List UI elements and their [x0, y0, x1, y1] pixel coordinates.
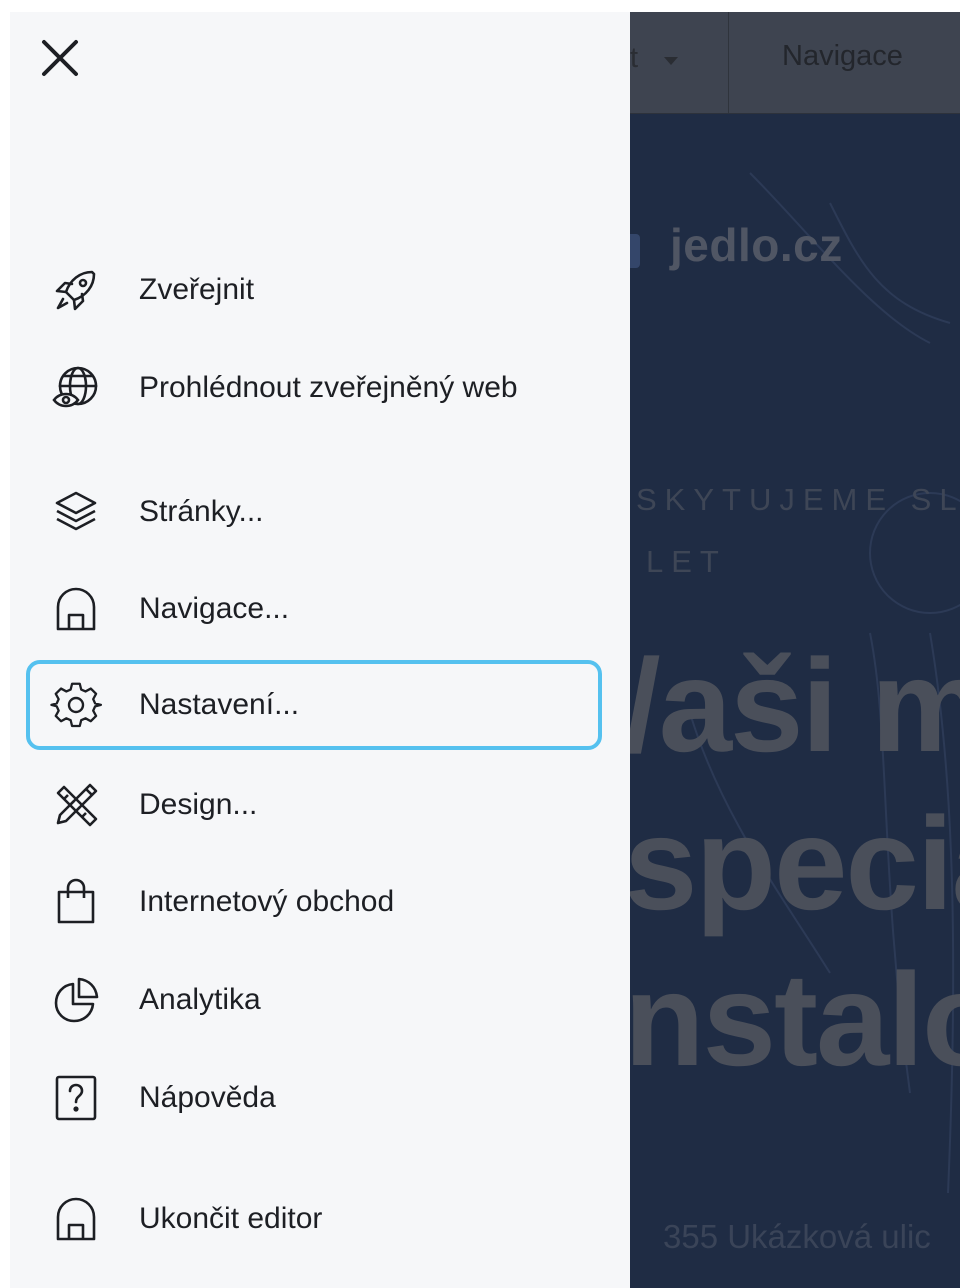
menu-item-view-published[interactable]: Prohlédnout zveřejněný web [26, 343, 602, 433]
menu-item-settings[interactable]: Nastavení... [26, 660, 602, 750]
topbar-dropdown[interactable]: t [630, 12, 729, 113]
menu-item-label: Navigace... [139, 592, 290, 625]
menu-item-exit-editor[interactable]: Ukončit editor [26, 1174, 602, 1264]
hero-address: 355 Ukázková ulic [663, 1218, 931, 1255]
rocket-icon [50, 264, 102, 316]
layers-icon [50, 486, 102, 538]
editor-side-menu: Zveřejnit Prohlédnout zveřejněný web Str… [10, 12, 630, 1288]
menu-item-design[interactable]: Design... [26, 760, 602, 850]
menu-item-label: Analytika [139, 983, 261, 1016]
menu-item-label: Zveřejnit [139, 273, 255, 306]
menu-item-label: Stránky... [139, 495, 264, 528]
hero-headline-line3: nstalo [624, 946, 960, 1093]
close-button[interactable] [32, 30, 88, 86]
hero-headline-line1: /aši m [624, 632, 960, 779]
shopping-bag-icon [50, 876, 102, 928]
gear-icon [50, 679, 102, 731]
menu-item-label: Design... [139, 788, 258, 821]
menu-item-online-store[interactable]: Internetový obchod [26, 857, 602, 947]
menu-item-label: Nápověda [139, 1081, 276, 1114]
menu-item-label: Prohlédnout zveřejněný web [139, 371, 518, 404]
topbar-dropdown-label: t [630, 42, 639, 74]
home-icon [50, 583, 102, 635]
close-icon [42, 40, 78, 76]
hero-headline-line2: specia [624, 790, 960, 937]
hero-eyebrow-line2: LET [646, 544, 727, 579]
menu-item-publish[interactable]: Zveřejnit [26, 245, 602, 335]
globe-eye-icon [50, 362, 102, 414]
hero-eyebrow-line1: SKYTUJEME SLU [636, 482, 960, 517]
menu-item-label: Nastavení... [139, 688, 300, 721]
site-logo: jedlo.cz [670, 219, 843, 271]
help-icon [50, 1072, 102, 1124]
pencil-ruler-icon [50, 779, 102, 831]
menu-item-navigation[interactable]: Navigace... [26, 564, 602, 654]
pie-chart-icon [50, 974, 102, 1026]
menu-item-help[interactable]: Nápověda [26, 1053, 602, 1143]
menu-item-pages[interactable]: Stránky... [26, 467, 602, 557]
home-exit-icon [50, 1193, 102, 1245]
menu-item-label: Ukončit editor [139, 1202, 323, 1235]
app-frame: t Navigace jedlo.cz SKYTUJEME SLU LET /a… [10, 12, 960, 1288]
topbar-navigation-button[interactable]: Navigace [730, 40, 960, 73]
chevron-down-icon [664, 57, 678, 65]
menu-item-analytics[interactable]: Analytika [26, 955, 602, 1045]
menu-item-label: Internetový obchod [139, 885, 395, 918]
